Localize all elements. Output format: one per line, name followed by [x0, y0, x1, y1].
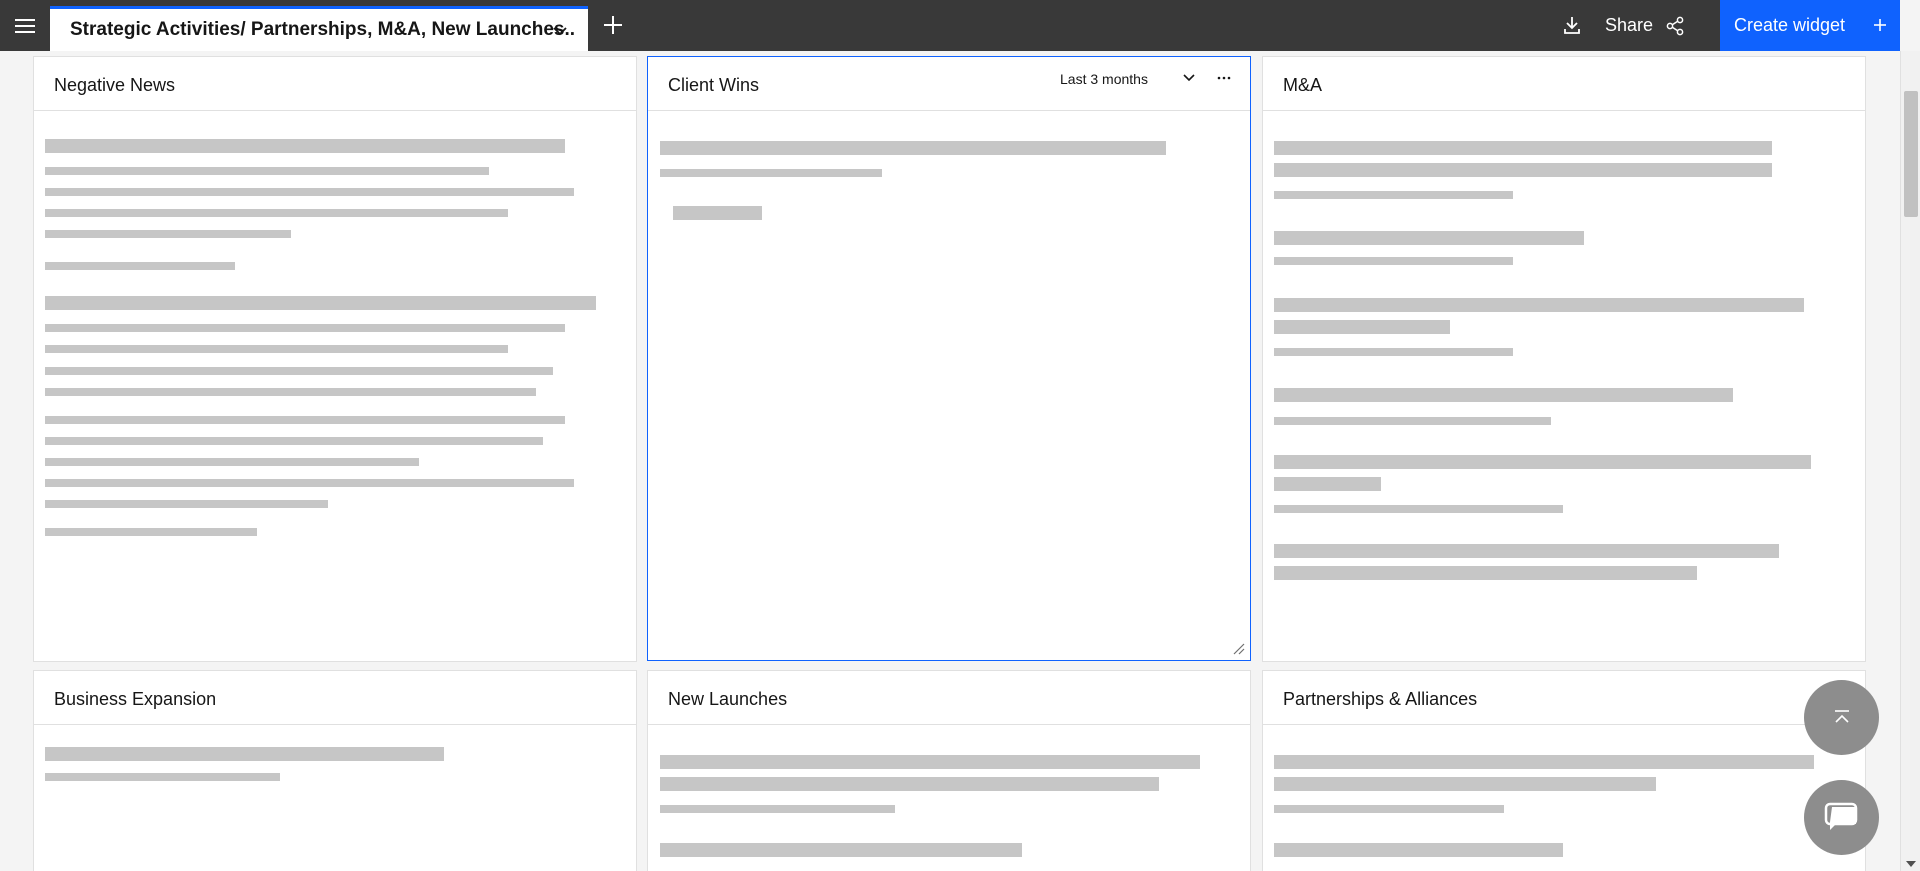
- skeleton-line: [45, 437, 543, 445]
- skeleton-line: [1274, 455, 1811, 469]
- widget-new-launches[interactable]: New Launches: [647, 670, 1251, 871]
- widget-header: Partnerships & Alliances: [1263, 671, 1865, 725]
- skeleton-line: [45, 458, 419, 466]
- widget-header: New Launches: [648, 671, 1250, 725]
- skeleton-line: [45, 367, 553, 375]
- skeleton-line: [45, 345, 508, 353]
- widget-business-expansion[interactable]: Business Expansion: [33, 670, 637, 871]
- skeleton-line: [660, 777, 1159, 791]
- skeleton-line: [45, 500, 328, 508]
- widget-m-and-a[interactable]: M&A: [1262, 56, 1866, 662]
- skeleton-line: [1274, 191, 1513, 199]
- skeleton-line: [1274, 257, 1513, 265]
- skeleton-line: [660, 169, 882, 177]
- skeleton-line: [45, 747, 444, 761]
- skeleton-line: [1274, 163, 1772, 177]
- skeleton-line: [45, 416, 565, 424]
- dashboard-tab-active[interactable]: Strategic Activities/ Partnerships, M&A,…: [50, 6, 588, 51]
- skeleton-line: [660, 141, 1166, 155]
- skeleton-line: [660, 805, 895, 813]
- plus-icon: [1874, 19, 1886, 31]
- scrollbar-thumb[interactable]: [1904, 91, 1918, 217]
- widget-title: Partnerships & Alliances: [1283, 689, 1478, 709]
- skeleton-line: [1274, 348, 1513, 356]
- skeleton-line: [1274, 805, 1504, 813]
- skeleton-line: [1274, 777, 1656, 791]
- skeleton-line: [45, 528, 257, 536]
- widget-title: Negative News: [54, 75, 176, 95]
- skeleton-line: [1274, 320, 1450, 334]
- widget-partnerships-alliances[interactable]: Partnerships & Alliances: [1262, 670, 1866, 871]
- skeleton-line: [1274, 141, 1772, 155]
- add-tab-icon[interactable]: [600, 12, 626, 38]
- skeleton-line: [660, 755, 1200, 769]
- skeleton-line: [45, 167, 489, 175]
- skeleton-line: [45, 388, 536, 396]
- chevron-down-icon[interactable]: [1180, 69, 1198, 87]
- widget-header: M&A: [1263, 57, 1865, 111]
- time-range-select[interactable]: Last 3 months: [1060, 71, 1148, 87]
- skeleton-line: [45, 773, 280, 781]
- skeleton-line: [45, 262, 235, 270]
- hamburger-menu-button[interactable]: [0, 0, 50, 51]
- share-label: Share: [1605, 15, 1654, 35]
- widget-title: Business Expansion: [54, 689, 217, 709]
- widget-negative-news[interactable]: Negative News: [33, 56, 637, 662]
- scroll-down-arrow-icon[interactable]: [1906, 861, 1916, 867]
- skeleton-line: [1274, 477, 1381, 491]
- share-icon: [1666, 16, 1684, 35]
- tab-title: Strategic Activities/ Partnerships, M&A,…: [70, 19, 576, 40]
- skeleton-line: [45, 188, 574, 196]
- resize-handle-icon[interactable]: [1232, 642, 1246, 656]
- skeleton-line: [1274, 755, 1814, 769]
- widget-title: Client Wins: [668, 75, 760, 95]
- skeleton-line: [1274, 417, 1551, 425]
- create-widget-label: Create widget: [1734, 15, 1846, 35]
- skeleton-line: [1274, 298, 1804, 312]
- chat-button[interactable]: [1804, 780, 1879, 855]
- skeleton-line: [660, 843, 1022, 857]
- skeleton-line: [1274, 843, 1563, 857]
- widget-header: Negative News: [34, 57, 636, 111]
- create-widget-button[interactable]: Create widget: [1720, 0, 1900, 51]
- skeleton-line: [45, 230, 291, 238]
- widget-client-wins[interactable]: Client Wins Last 3 months: [647, 56, 1251, 661]
- hamburger-icon: [15, 18, 35, 33]
- skeleton-line: [1274, 544, 1779, 558]
- page-scrollbar[interactable]: [1900, 51, 1920, 871]
- skeleton-line: [45, 139, 565, 153]
- scroll-to-top-button[interactable]: [1804, 680, 1879, 755]
- chat-icon: [1824, 802, 1857, 830]
- widget-header: Business Expansion: [34, 671, 636, 725]
- share-button[interactable]: Share: [1605, 0, 1685, 51]
- skeleton-line: [673, 206, 762, 220]
- widget-title: New Launches: [668, 689, 788, 709]
- skeleton-line: [45, 296, 596, 310]
- widget-title: M&A: [1283, 75, 1323, 95]
- chevron-down-icon[interactable]: [550, 21, 570, 41]
- widget-header: Client Wins Last 3 months: [648, 57, 1250, 111]
- top-bar: Strategic Activities/ Partnerships, M&A,…: [0, 0, 1900, 51]
- skeleton-line: [45, 479, 574, 487]
- download-icon[interactable]: [1560, 13, 1584, 37]
- skeleton-line: [45, 324, 565, 332]
- overflow-menu-icon[interactable]: [1215, 69, 1233, 87]
- skeleton-line: [45, 209, 508, 217]
- arrow-up-to-top-icon: [1834, 709, 1849, 723]
- skeleton-line: [1274, 566, 1697, 580]
- skeleton-line: [1274, 388, 1733, 402]
- skeleton-line: [1274, 505, 1563, 513]
- skeleton-line: [1274, 231, 1584, 245]
